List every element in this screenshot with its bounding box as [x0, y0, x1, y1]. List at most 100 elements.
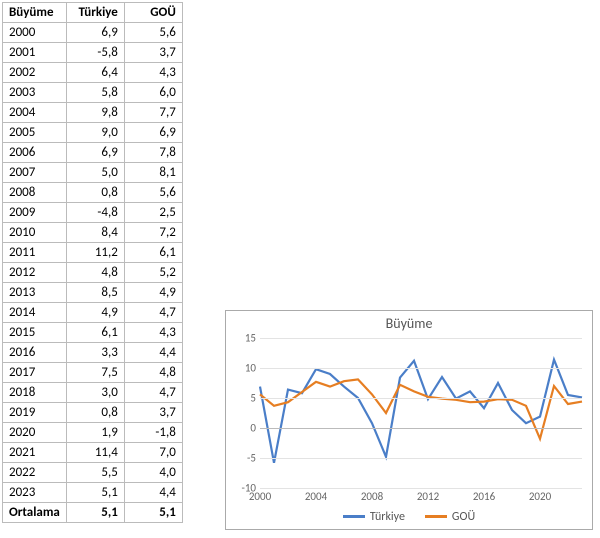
cell-year: 2004 [3, 103, 67, 123]
cell-gou: 4,0 [124, 463, 182, 483]
cell-turkiye: 8,5 [66, 283, 124, 303]
cell-gou: 6,1 [124, 243, 182, 263]
cell-turkiye: 3,3 [66, 343, 124, 363]
cell-gou: 4,9 [124, 283, 182, 303]
cell-year: 2019 [3, 403, 67, 423]
table-row: 20066,97,8 [3, 143, 183, 163]
cell-gou: 7,2 [124, 223, 182, 243]
cell-turkiye: 6,4 [66, 63, 124, 83]
cell-gou: -1,8 [124, 423, 182, 443]
cell-turkiye: 6,1 [66, 323, 124, 343]
chart-legend: Türkiye GOÜ [226, 508, 592, 524]
cell-gou: 4,7 [124, 303, 182, 323]
table-row: 20124,85,2 [3, 263, 183, 283]
cell-gou: 2,5 [124, 203, 182, 223]
cell-gou: 4,4 [124, 483, 182, 503]
x-tick-label: 2020 [529, 490, 551, 503]
cell-turkiye: 8,4 [66, 223, 124, 243]
legend-swatch [343, 515, 365, 518]
table-row: 2009-4,82,5 [3, 203, 183, 223]
cell-turkiye: 5,8 [66, 83, 124, 103]
cell-gou: 6,0 [124, 83, 182, 103]
cell-turkiye: 1,9 [66, 423, 124, 443]
table-row: 20138,54,9 [3, 283, 183, 303]
cell-turkiye: 9,0 [66, 123, 124, 143]
x-tick-label: 2012 [417, 490, 439, 503]
table-row: 20080,85,6 [3, 183, 183, 203]
chart-container: Büyüme -10-50510152000200420082012201620… [225, 310, 593, 530]
cell-gou: 5,6 [124, 23, 182, 43]
cell-year: 2011 [3, 243, 67, 263]
cell-turkiye: 3,0 [66, 383, 124, 403]
table-row: 20156,14,3 [3, 323, 183, 343]
cell-year: 2023 [3, 483, 67, 503]
cell-year: 2017 [3, 363, 67, 383]
cell-year: 2016 [3, 343, 67, 363]
cell-year: 2010 [3, 223, 67, 243]
cell-turkiye: 5,0 [66, 163, 124, 183]
legend-swatch [425, 515, 447, 518]
cell-year: 2008 [3, 183, 67, 203]
cell-turkiye: 5,1 [66, 483, 124, 503]
cell-gou: 5,2 [124, 263, 182, 283]
cell-gou: 4,3 [124, 323, 182, 343]
table-row: 202111,47,0 [3, 443, 183, 463]
table-row: 20183,04,7 [3, 383, 183, 403]
cell-gou: 3,7 [124, 403, 182, 423]
series-line [260, 360, 582, 463]
col-header-growth: Büyüme [3, 3, 67, 23]
cell-year: 2021 [3, 443, 67, 463]
table-row: 20006,95,6 [3, 23, 183, 43]
table-row: 20059,06,9 [3, 123, 183, 143]
cell-gou: 7,8 [124, 143, 182, 163]
cell-year: 2022 [3, 463, 67, 483]
cell-year: 2018 [3, 383, 67, 403]
table-row: 20035,86,0 [3, 83, 183, 103]
y-tick-label: 10 [230, 362, 256, 375]
table-row: 20235,14,4 [3, 483, 183, 503]
cell-turkiye: -5,8 [66, 43, 124, 63]
legend-item: Türkiye [343, 510, 405, 524]
cell-gou: 8,1 [124, 163, 182, 183]
y-tick-label: 5 [230, 392, 256, 405]
cell-year: 2013 [3, 283, 67, 303]
cell-gou: 4,8 [124, 363, 182, 383]
table-row: 20177,54,8 [3, 363, 183, 383]
cell-year: 2002 [3, 63, 67, 83]
x-tick-label: 2004 [305, 490, 327, 503]
legend-label: GOÜ [452, 510, 475, 524]
table-row: 20190,83,7 [3, 403, 183, 423]
cell-turkiye: 0,8 [66, 183, 124, 203]
y-tick-label: 0 [230, 422, 256, 435]
table-row: 2001-5,83,7 [3, 43, 183, 63]
cell-gou: 4,3 [124, 63, 182, 83]
col-header-gou: GOÜ [124, 3, 182, 23]
cell-turkiye: 9,8 [66, 103, 124, 123]
data-table: Büyüme Türkiye GOÜ 20006,95,62001-5,83,7… [2, 2, 183, 523]
cell-gou: 7,7 [124, 103, 182, 123]
cell-gou: 3,7 [124, 43, 182, 63]
table-row: 20026,44,3 [3, 63, 183, 83]
cell-turkiye: 11,2 [66, 243, 124, 263]
y-tick-label: -5 [230, 452, 256, 465]
cell-turkiye: 5,5 [66, 463, 124, 483]
table-row: 20225,54,0 [3, 463, 183, 483]
cell-footer-gou: 5,1 [124, 503, 182, 523]
cell-year: 2003 [3, 83, 67, 103]
table-row: 20049,87,7 [3, 103, 183, 123]
x-tick-label: 2000 [249, 490, 271, 503]
cell-year: 2012 [3, 263, 67, 283]
cell-gou: 7,0 [124, 443, 182, 463]
cell-year: 2005 [3, 123, 67, 143]
cell-year: 2001 [3, 43, 67, 63]
cell-turkiye: 6,9 [66, 23, 124, 43]
cell-year: 2014 [3, 303, 67, 323]
cell-turkiye: 0,8 [66, 403, 124, 423]
cell-gou: 6,9 [124, 123, 182, 143]
legend-item: GOÜ [425, 510, 475, 524]
cell-turkiye: -4,8 [66, 203, 124, 223]
table-row: 20201,9-1,8 [3, 423, 183, 443]
table-footer-row: Ortalama5,15,1 [3, 503, 183, 523]
x-tick-label: 2016 [473, 490, 495, 503]
cell-year: 2007 [3, 163, 67, 183]
